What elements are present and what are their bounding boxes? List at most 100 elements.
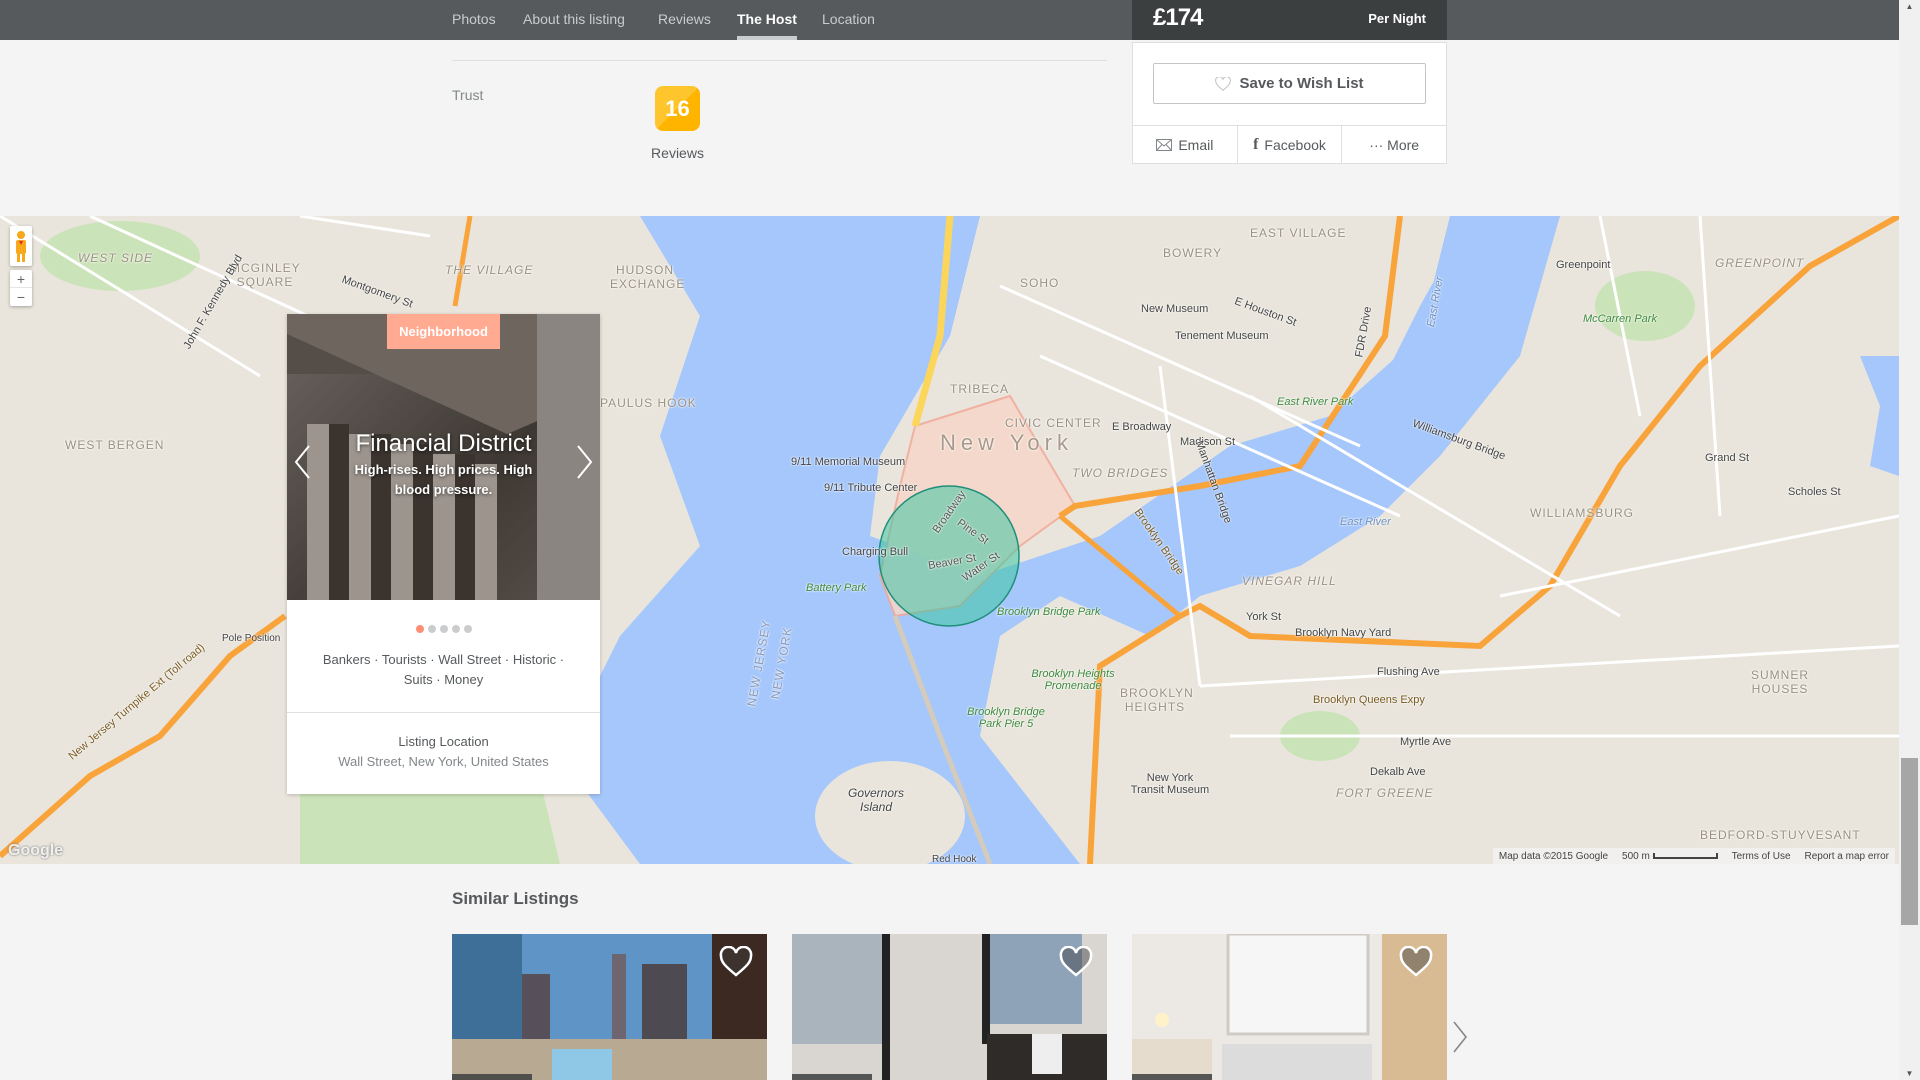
map-park-mccarren <box>1595 271 1695 341</box>
map-label-grand-st: Grand St <box>1705 452 1750 464</box>
pegman-icon <box>16 231 26 262</box>
map-label-brooklyn-heights: BROOKLYN HEIGHTS <box>1120 686 1194 714</box>
map-label-new-museum: New Museum <box>1141 303 1209 315</box>
map-label-mccarren-park: McCarren Park <box>1583 313 1657 325</box>
page-scrollbar[interactable]: ▲ ▼ <box>1899 0 1920 1080</box>
similar-listings-title: Similar Listings <box>452 889 579 908</box>
map-label-paulus-hook: PAULUS HOOK <box>600 396 697 410</box>
map-label-governors-island: Governors Island <box>847 786 905 814</box>
map-label-brooklyn-heights-promenade: Brooklyn Heights Promenade <box>1031 668 1115 692</box>
google-logo: Google <box>8 842 64 859</box>
tab-photos[interactable]: Photos <box>452 0 496 40</box>
map-highway-holland <box>452 216 473 307</box>
neighborhood-subtitle: High-rises. High prices. High blood pres… <box>354 462 533 497</box>
map-label-soho: SOHO <box>1020 276 1060 290</box>
listing-card-2[interactable] <box>792 934 1107 1080</box>
zoom-out-button[interactable]: − <box>10 288 32 306</box>
tab-about-this-listing[interactable]: About this listing <box>523 0 625 40</box>
map-water-bay-right <box>1860 356 1899 476</box>
chevron-right-icon <box>577 445 593 479</box>
neighborhood-next-button[interactable] <box>576 444 594 487</box>
map-label-williamsburg: WILLIAMSBURG <box>1530 506 1635 520</box>
listing-location-label: Listing Location <box>398 734 489 749</box>
wishlist-label: Save to Wish List <box>1239 75 1364 92</box>
map-terms-link[interactable]: Terms of Use <box>1732 851 1791 862</box>
share-row: Email f Facebook ··· More <box>1133 125 1446 163</box>
map-label-tribeca: TRIBECA <box>950 382 1010 396</box>
map-label-pole-position: Pole Position <box>222 633 281 644</box>
listing-1-wishlist-button[interactable] <box>719 945 753 978</box>
share-facebook-label: Facebook <box>1264 136 1326 153</box>
map-label-fort-greene: FORT GREENE <box>1336 786 1434 800</box>
map-report-error-link[interactable]: Report a map error <box>1805 851 1889 862</box>
scrollbar-thumb[interactable] <box>1901 758 1918 925</box>
neighborhood-photo: Neighborhood Financial District High-ris… <box>287 314 600 600</box>
tab-the-host[interactable]: The Host <box>737 0 797 40</box>
listing-card-3[interactable] <box>1132 934 1447 1080</box>
share-more-button[interactable]: ··· More <box>1342 126 1446 163</box>
map-label-madison-st: Madison St <box>1180 436 1236 448</box>
map-label-charging-bull: Charging Bull <box>842 546 909 558</box>
map-label-west-side: WEST SIDE <box>78 251 154 265</box>
map-label-brooklyn-navy-yard: Brooklyn Navy Yard <box>1295 627 1392 639</box>
listing-3-wishlist-button[interactable] <box>1399 945 1433 978</box>
zoom-in-button[interactable]: + <box>10 270 32 288</box>
reviews-label[interactable]: Reviews <box>640 145 715 161</box>
map-scale-label: 500 m <box>1622 850 1650 862</box>
tab-reviews[interactable]: Reviews <box>658 0 711 40</box>
envelope-icon <box>1156 138 1173 151</box>
heart-icon <box>1059 945 1093 977</box>
pagination-dot[interactable] <box>415 625 424 633</box>
map-label-transit-museum: New York Transit Museum <box>1130 772 1210 796</box>
price-period: Per Night <box>1368 11 1426 26</box>
price-amount: £174 <box>1153 4 1203 31</box>
listing-card-1[interactable] <box>452 934 767 1080</box>
map-label-myrtle-ave: Myrtle Ave <box>1400 736 1452 748</box>
map-label-911-memorial: 9/11 Memorial Museum <box>791 456 906 468</box>
section-nav-bar: Photos About this listing Reviews The Ho… <box>0 0 1899 40</box>
map-label-flushing-ave: Flushing Ave <box>1377 666 1440 678</box>
tab-location[interactable]: Location <box>822 0 875 40</box>
street-view-pegman[interactable] <box>10 226 32 266</box>
map-label-greenpoint-area: GREENPOINT <box>1715 256 1805 270</box>
map-label-bed-stuy: BEDFORD-STUYVESANT <box>1700 828 1861 842</box>
map-label-e-broadway: E Broadway <box>1112 421 1172 433</box>
similar-listings-next-button[interactable] <box>1452 1020 1468 1062</box>
share-facebook-button[interactable]: f Facebook <box>1238 126 1343 163</box>
pagination-dot[interactable] <box>463 625 472 633</box>
review-count-badge[interactable]: 16 <box>655 86 700 131</box>
trust-label: Trust <box>452 87 484 103</box>
location-map[interactable]: New York CIVIC CENTER TWO BRIDGES 9/11 M… <box>0 216 1899 864</box>
share-email-button[interactable]: Email <box>1133 126 1238 163</box>
map-label-york-st: York St <box>1246 611 1282 623</box>
map-label-tenement-museum: Tenement Museum <box>1175 330 1269 342</box>
map-label-greenpoint: Greenpoint <box>1556 259 1611 271</box>
neighborhood-card: Neighborhood Financial District High-ris… <box>287 314 600 794</box>
heart-outline-icon <box>1215 76 1232 91</box>
pagination-dot[interactable] <box>439 625 448 633</box>
map-highway-nj-turnpike <box>0 613 287 859</box>
map-label-new-york: New York <box>940 430 1073 455</box>
pagination-dot[interactable] <box>427 625 436 633</box>
share-email-label: Email <box>1178 136 1214 153</box>
neighborhood-prev-button[interactable] <box>293 444 311 487</box>
neighborhood-badge: Neighborhood <box>387 314 500 349</box>
listing-location-value: Wall Street, New York, United States <box>338 754 549 769</box>
save-to-wish-list-button[interactable]: Save to Wish List <box>1153 63 1426 104</box>
map-attribution: Map data ©2015 Google <box>1498 850 1609 862</box>
pagination-dot[interactable] <box>451 625 460 633</box>
scroll-down-arrow-icon[interactable]: ▼ <box>1899 1069 1920 1078</box>
map-label-scholes-st: Scholes St <box>1788 486 1841 498</box>
listing-3-price-tag <box>1132 1074 1212 1080</box>
map-label-battery-park: Battery Park <box>806 582 867 594</box>
listing-2-wishlist-button[interactable] <box>1059 945 1093 978</box>
chevron-right-icon <box>1453 1021 1468 1053</box>
map-label-east-village: EAST VILLAGE <box>1250 226 1347 240</box>
map-label-vinegar-hill: VINEGAR HILL <box>1242 574 1337 588</box>
heart-icon <box>719 945 753 977</box>
map-zoom-control: + − <box>10 270 32 306</box>
map-footer: Map data ©2015 Google 500 m Terms of Use… <box>1492 848 1895 864</box>
scroll-up-arrow-icon[interactable]: ▲ <box>1899 2 1920 11</box>
map-label-dekalb-ave: Dekalb Ave <box>1370 766 1426 778</box>
map-label-east-river-park: East River Park <box>1277 396 1354 408</box>
